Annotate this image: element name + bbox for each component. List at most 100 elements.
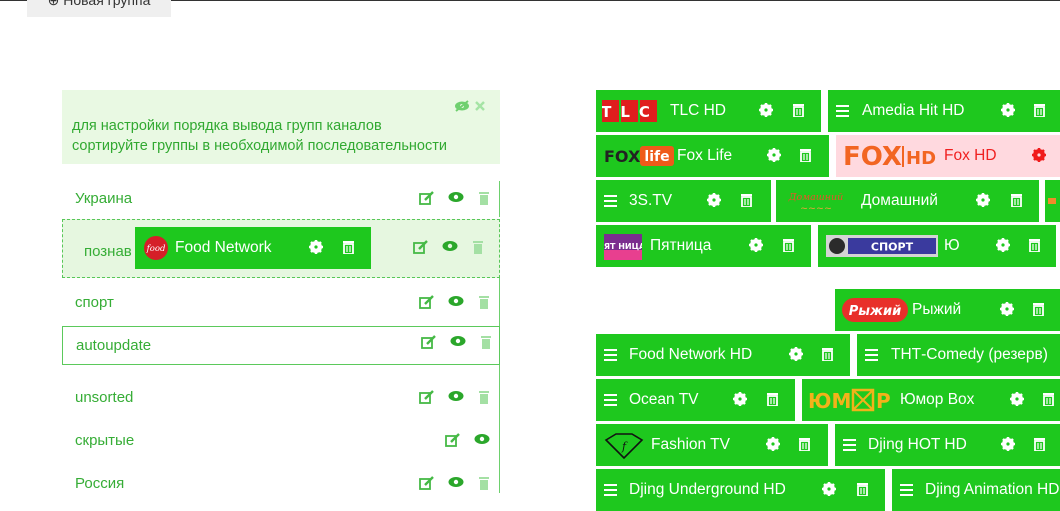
gear-icon[interactable] xyxy=(749,238,763,252)
channel-pill[interactable]: ЮМ Р Юмор Box xyxy=(802,379,1060,421)
edit-icon[interactable] xyxy=(419,476,434,490)
gear-icon[interactable] xyxy=(789,347,803,361)
gear-icon[interactable] xyxy=(976,193,990,207)
eye-icon[interactable] xyxy=(448,191,464,203)
group-row[interactable]: скрытые xyxy=(62,420,500,463)
trash-icon[interactable] xyxy=(480,335,492,349)
trash-icon[interactable] xyxy=(1043,392,1054,406)
trash-icon[interactable] xyxy=(1029,238,1040,252)
gear-icon[interactable] xyxy=(759,103,773,117)
eye-icon[interactable] xyxy=(474,433,490,445)
channel-pill[interactable]: СПОРТ Ю xyxy=(818,225,1056,267)
tlc-logo-text: TLC xyxy=(602,103,659,121)
channel-pill[interactable]: Домашний ~~~~ Домашний xyxy=(776,180,1039,222)
channel-pill-disabled[interactable]: FOX HD Fox HD xyxy=(836,135,1060,177)
trash-icon[interactable] xyxy=(741,193,752,207)
channel-pill[interactable]: TLC TLC HD xyxy=(596,90,821,132)
group-row[interactable]: unsorted xyxy=(62,377,500,420)
group-row[interactable]: autoupdate xyxy=(62,326,500,365)
eye-icon[interactable] xyxy=(442,240,458,252)
close-icon[interactable] xyxy=(474,100,486,112)
trash-icon[interactable] xyxy=(1011,193,1022,207)
eye-icon[interactable] xyxy=(448,390,464,402)
trash-icon[interactable] xyxy=(857,482,868,496)
gear-icon[interactable] xyxy=(1001,103,1015,117)
info-text-line1: для настройки порядка вывода групп канал… xyxy=(72,118,382,134)
edit-icon[interactable] xyxy=(419,191,434,205)
gear-icon[interactable] xyxy=(822,482,836,496)
drag-handle-icon[interactable] xyxy=(604,349,617,361)
channel-pill-clipped[interactable] xyxy=(1045,180,1060,222)
group-label: autoupdate xyxy=(76,337,152,354)
group-label: Украина xyxy=(75,190,133,207)
gear-icon[interactable] xyxy=(1032,148,1046,162)
edit-icon[interactable] xyxy=(445,433,460,447)
channel-pill[interactable]: ТНТ-Comedy (резерв) xyxy=(857,334,1060,376)
trash-icon[interactable] xyxy=(767,392,778,406)
trash-icon[interactable] xyxy=(793,103,804,117)
gear-icon[interactable] xyxy=(1010,392,1024,406)
trash-icon[interactable] xyxy=(478,390,490,404)
edit-icon[interactable] xyxy=(413,240,428,254)
group-label: Россия xyxy=(75,475,125,492)
group-row[interactable]: Украина xyxy=(62,178,500,221)
pyatnitsa-logo-text: ПЯТ НИЦА! xyxy=(604,242,642,251)
foxhd-hd-text: HD xyxy=(906,148,936,169)
channel-pill[interactable]: Djing Animation HD xyxy=(892,469,1060,511)
edit-icon[interactable] xyxy=(419,295,434,309)
eye-icon[interactable] xyxy=(448,295,464,307)
channel-pill[interactable]: f Fashion TV xyxy=(596,424,828,466)
trash-icon[interactable] xyxy=(822,347,833,361)
drag-handle-icon[interactable] xyxy=(604,195,617,207)
group-row[interactable]: спорт xyxy=(62,282,500,325)
channel-pill[interactable]: FOX life Fox Life xyxy=(596,135,829,177)
drag-handle-icon[interactable] xyxy=(836,105,849,117)
channel-pill[interactable]: Amedia Hit HD xyxy=(828,90,1060,132)
trash-icon[interactable] xyxy=(343,240,354,254)
humor-logo-text-b: Р xyxy=(876,389,891,412)
gear-icon[interactable] xyxy=(766,437,780,451)
gear-icon[interactable] xyxy=(1000,302,1014,316)
channel-pill[interactable]: Рыжий Рыжий xyxy=(835,289,1060,331)
eye-icon[interactable] xyxy=(448,476,464,488)
drag-handle-icon[interactable] xyxy=(843,439,856,451)
trash-icon[interactable] xyxy=(1033,302,1044,316)
channel-pill[interactable]: 3S.TV xyxy=(596,180,771,222)
gear-icon[interactable] xyxy=(707,193,721,207)
gear-icon[interactable] xyxy=(309,240,323,254)
new-group-button[interactable]: ⊕ Новая группа xyxy=(27,0,171,17)
trash-icon[interactable] xyxy=(478,191,490,205)
eye-icon[interactable] xyxy=(450,335,466,347)
edit-icon[interactable] xyxy=(419,390,434,404)
gear-icon[interactable] xyxy=(996,238,1010,252)
ryzhiy-logo-text: Рыжий xyxy=(849,304,901,319)
trash-icon[interactable] xyxy=(1034,437,1045,451)
drag-handle-icon[interactable] xyxy=(865,349,878,361)
drag-handle-icon[interactable] xyxy=(604,484,617,496)
trash-icon[interactable] xyxy=(1034,103,1045,117)
channel-pill[interactable]: ПЯТ НИЦА! Пятница xyxy=(596,225,811,267)
trash-icon[interactable] xyxy=(472,240,484,254)
domashniy-logo: Домашний ~~~~ xyxy=(788,192,843,214)
gear-icon[interactable] xyxy=(1001,437,1015,451)
edit-icon[interactable] xyxy=(421,335,436,349)
group-row[interactable]: Россия xyxy=(62,463,500,506)
channel-name: Ocean TV xyxy=(629,391,699,408)
trash-icon[interactable] xyxy=(800,148,811,162)
drag-handle-icon[interactable] xyxy=(900,484,913,496)
channel-pill[interactable]: Djing HOT HD xyxy=(835,424,1060,466)
channel-name: Fox Life xyxy=(677,147,733,164)
eye-slash-icon[interactable] xyxy=(454,100,470,112)
dragging-channel-pill[interactable]: food Food Network xyxy=(135,227,371,269)
trash-icon[interactable] xyxy=(783,238,794,252)
channel-pill[interactable]: Ocean TV xyxy=(596,379,795,421)
gear-icon[interactable] xyxy=(733,392,747,406)
gear-icon[interactable] xyxy=(767,148,781,162)
channel-pill[interactable]: Food Network HD xyxy=(596,334,850,376)
channel-pill[interactable]: Djing Underground HD xyxy=(596,469,885,511)
drag-handle-icon[interactable] xyxy=(604,394,617,406)
trash-icon[interactable] xyxy=(799,437,810,451)
trash-icon[interactable] xyxy=(478,295,490,309)
info-text-line2: сортируйте группы в необходимой последов… xyxy=(72,138,447,154)
trash-icon[interactable] xyxy=(478,476,490,490)
